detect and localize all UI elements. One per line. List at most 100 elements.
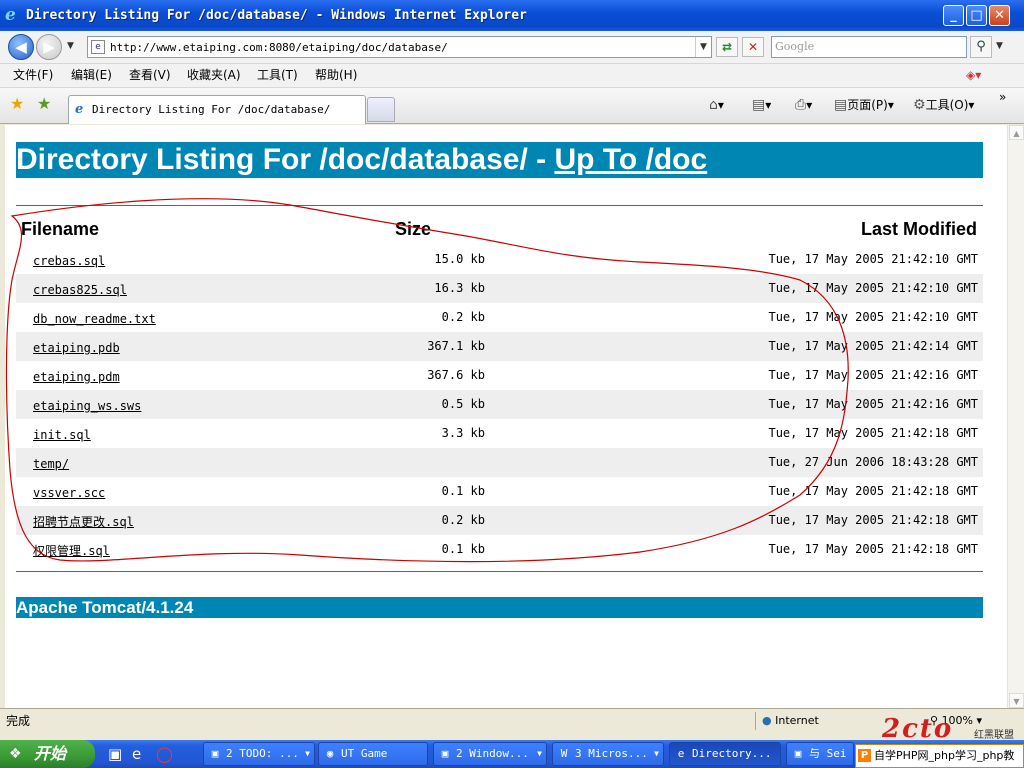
maximize-button[interactable]: □: [966, 5, 987, 26]
vertical-scrollbar[interactable]: ▲ ▼: [1007, 125, 1024, 708]
column-header-size: Size: [395, 219, 432, 239]
taskbar-item-windows[interactable]: ▣ 2 Window... ▼: [433, 742, 547, 766]
file-size: 367.6 kb: [427, 368, 485, 382]
watermark-logo: 2cto 红黑联盟: [862, 714, 1024, 744]
file-link[interactable]: etaiping.pdm: [33, 370, 120, 385]
title-bar: e Directory Listing For /doc/database/ -…: [0, 0, 1024, 31]
menu-file[interactable]: 文件(F): [13, 68, 53, 82]
column-header-filename: Filename: [21, 219, 100, 239]
menu-favorites[interactable]: 收藏夹(A): [187, 68, 241, 82]
ie-icon: e: [5, 5, 16, 25]
file-link[interactable]: temp/: [33, 457, 69, 472]
task-label: UT Game: [341, 747, 388, 760]
file-modified: Tue, 17 May 2005 21:42:10 GMT: [768, 281, 978, 295]
page-menu[interactable]: ▤页面(P)▾: [834, 98, 894, 112]
minimize-button[interactable]: _: [943, 5, 964, 26]
file-modified: Tue, 17 May 2005 21:42:18 GMT: [768, 542, 978, 556]
address-url[interactable]: http://www.etaiping.com:8080/etaiping/do…: [110, 40, 448, 55]
file-link[interactable]: db_now_readme.txt: [33, 312, 156, 327]
new-tab-button[interactable]: [367, 97, 395, 122]
php-icon: P: [858, 749, 871, 762]
app-icon: ▣: [794, 747, 802, 760]
file-modified: Tue, 17 May 2005 21:42:10 GMT: [768, 310, 978, 324]
file-modified: Tue, 17 May 2005 21:42:18 GMT: [768, 426, 978, 440]
watermark-logo-caption: 红黑联盟: [974, 730, 1014, 741]
file-size: 0.2 kb: [441, 310, 485, 324]
scroll-down-icon[interactable]: ▼: [1009, 693, 1024, 708]
divider-top: [16, 205, 983, 206]
table-row: crebas825.sql 16.3 kb Tue, 17 May 2005 21:…: [16, 274, 983, 303]
server-footer: Apache Tomcat/4.1.24: [16, 597, 983, 618]
translate-icon[interactable]: ◈▾: [966, 68, 981, 82]
task-label: 与 Sei: [809, 747, 847, 760]
taskbar-item-todo[interactable]: ▣ 2 TODO: ... ▼: [203, 742, 315, 766]
zone-label: Internet: [775, 714, 819, 727]
tools-menu-label: 工具(O): [925, 98, 969, 112]
table-row: temp/Tue, 27 Jun 2006 18:43:28 GMT: [16, 448, 983, 477]
scroll-up-icon[interactable]: ▲: [1009, 125, 1024, 140]
file-link[interactable]: 招聘节点更改.sql: [33, 515, 134, 530]
taskbar-item-sei[interactable]: ▣ 与 Sei: [786, 742, 854, 766]
search-input[interactable]: Google: [771, 36, 967, 58]
file-modified: Tue, 17 May 2005 21:42:18 GMT: [768, 484, 978, 498]
file-modified: Tue, 27 Jun 2006 18:43:28 GMT: [768, 455, 978, 469]
close-button[interactable]: ✕: [989, 5, 1010, 26]
quicklaunch-ie-icon[interactable]: e: [132, 746, 141, 762]
taskbar-item-utgame[interactable]: ◉ UT Game: [318, 742, 428, 766]
tools-menu[interactable]: ⚙工具(O)▾: [913, 98, 974, 112]
file-link[interactable]: vssver.scc: [33, 486, 105, 501]
file-link[interactable]: crebas.sql: [33, 254, 105, 269]
task-label: 2 TODO: ...: [226, 747, 299, 760]
window-title: Directory Listing For /doc/database/ - W…: [26, 8, 527, 23]
word-icon: W: [560, 747, 568, 760]
start-button[interactable]: ❖ 开始: [0, 740, 95, 768]
forward-button[interactable]: ▶: [36, 34, 62, 60]
tab-current[interactable]: e Directory Listing For /doc/database/: [68, 95, 366, 124]
up-to-link[interactable]: Up To /doc: [554, 143, 707, 176]
file-link[interactable]: etaiping_ws.sws: [33, 399, 141, 414]
file-link[interactable]: crebas825.sql: [33, 283, 127, 298]
address-row: ◀ ▶ ▼ e http://www.etaiping.com:8080/eta…: [0, 31, 1024, 64]
page-menu-label: 页面(P): [847, 98, 888, 112]
task-label: 3 Micros...: [575, 747, 648, 760]
favorites-star-icon[interactable]: ★: [10, 96, 24, 112]
chevron-more-icon[interactable]: »: [999, 90, 1006, 104]
feeds-icon[interactable]: ▤▾: [752, 98, 771, 112]
security-zone[interactable]: ● Internet: [762, 714, 819, 728]
search-options-icon[interactable]: ▼: [996, 41, 1003, 51]
file-modified: Tue, 17 May 2005 21:42:16 GMT: [768, 397, 978, 411]
address-bar[interactable]: e http://www.etaiping.com:8080/etaiping/…: [87, 36, 712, 58]
add-favorites-icon[interactable]: ★: [37, 96, 51, 112]
refresh-button[interactable]: ⇄: [716, 37, 738, 57]
tab-label: Directory Listing For /doc/database/: [92, 103, 331, 116]
quicklaunch-explorer-icon[interactable]: ▣: [108, 746, 122, 762]
home-icon[interactable]: ⌂▾: [709, 98, 724, 112]
taskbar-item-ie[interactable]: e Directory...: [669, 742, 781, 766]
menu-tools[interactable]: 工具(T): [257, 68, 298, 82]
quicklaunch-app-icon[interactable]: ◯: [156, 746, 173, 762]
search-icon[interactable]: ⚲: [970, 36, 992, 58]
file-link[interactable]: init.sql: [33, 428, 91, 443]
print-icon[interactable]: ⎙▾: [795, 98, 812, 112]
taskbar-item-word[interactable]: W3 Micros... ▼: [552, 742, 664, 766]
page-icon: e: [91, 40, 105, 54]
stop-button[interactable]: ✕: [742, 37, 764, 57]
file-size: 15.0 kb: [434, 252, 485, 266]
task-label: 2 Window...: [456, 747, 529, 760]
file-link[interactable]: etaiping.pdb: [33, 341, 120, 356]
address-dropdown-icon[interactable]: ▼: [695, 37, 711, 57]
file-size: 0.5 kb: [441, 397, 485, 411]
back-button[interactable]: ◀: [8, 34, 34, 60]
file-link[interactable]: 权限管理.sql: [33, 544, 110, 559]
menu-help[interactable]: 帮助(H): [315, 68, 357, 82]
status-separator: [755, 712, 756, 730]
file-modified: Tue, 17 May 2005 21:42:10 GMT: [768, 252, 978, 266]
menu-edit[interactable]: 编辑(E): [71, 68, 112, 82]
table-row: etaiping.pdb 367.1 kb Tue, 17 May 2005 21:…: [16, 332, 983, 361]
table-row: db_now_readme.txt 0.2 kb Tue, 17 May 2005 …: [16, 303, 983, 332]
file-size: 0.2 kb: [441, 513, 485, 527]
history-dropdown-icon[interactable]: ▼: [67, 41, 74, 51]
start-label: 开始: [34, 744, 67, 763]
page-content: Directory Listing For /doc/database/ - U…: [5, 125, 1007, 708]
menu-view[interactable]: 查看(V): [129, 68, 171, 82]
